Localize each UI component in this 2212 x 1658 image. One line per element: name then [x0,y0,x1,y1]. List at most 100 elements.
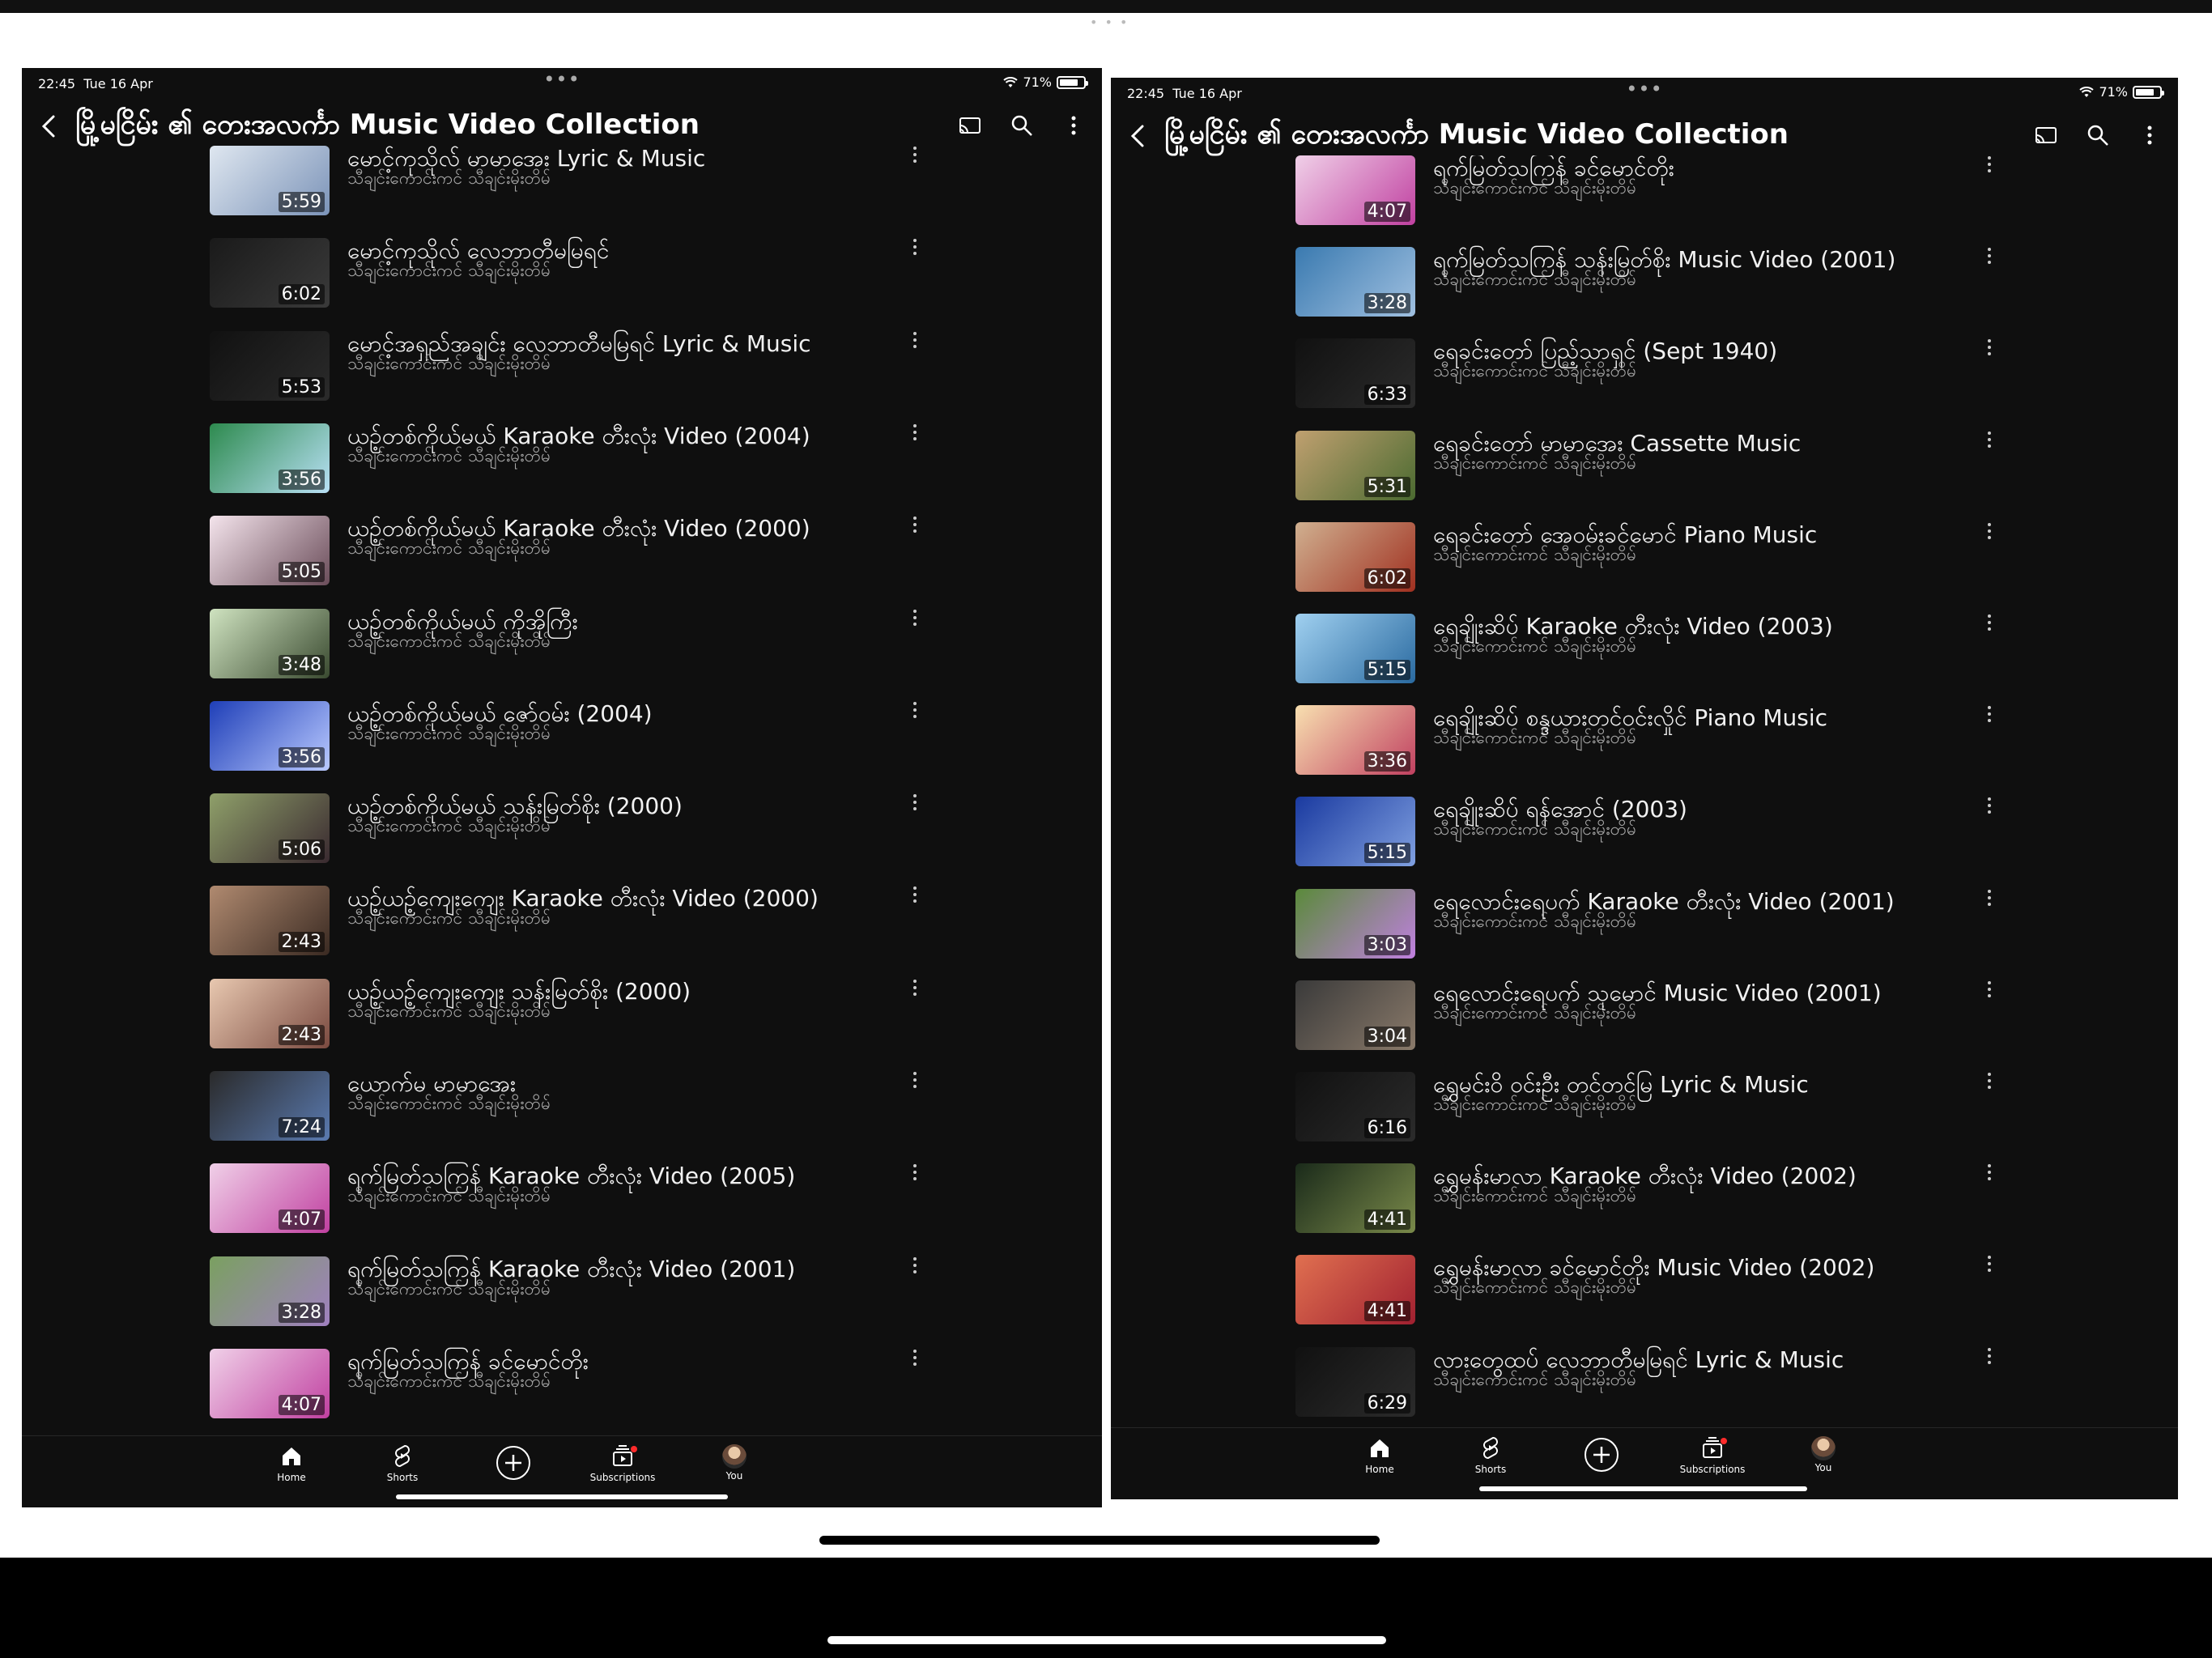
video-row[interactable]: 5:59 မောင့်ကုသိုလ် မာမာအေး Lyric & Music သ… [210,146,963,232]
video-thumbnail[interactable]: 6:02 [210,238,330,308]
video-row[interactable]: 6:02 ရေခင်းတော် အေဝမ်းခင်မောင် Piano Musi… [1295,521,2048,608]
video-more-icon[interactable] [1985,247,1993,265]
nav-shorts[interactable]: Shorts [1442,1435,1539,1475]
video-more-icon[interactable] [911,609,919,627]
video-more-icon[interactable] [1985,1072,1993,1090]
video-thumbnail[interactable]: 3:03 [1295,888,1415,959]
video-thumbnail[interactable]: 4:07 [1295,155,1415,225]
video-row[interactable]: 5:15 ရေချိုးဆိပ် Karaoke တီးလုံး Video (2… [1295,613,2048,699]
video-row[interactable]: 4:07 ရက်မြတ်သကြန် ခင်မောင်တိုး သီချင်းကောင… [1295,155,2048,241]
video-thumbnail[interactable]: 5:06 [210,793,330,864]
video-row[interactable]: 3:04 ရေလောင်းရေပက် သုမောင် Music Video (2… [1295,980,2048,1066]
video-row[interactable]: 2:43 ယဥ့်ယဥ့်ကျေးကျေး Karaoke တီးလုံး Vid… [210,885,963,971]
video-more-icon[interactable] [1985,1163,1993,1181]
video-row[interactable]: 6:02 မောင့်ကုသိုလ် လေဘာတီမမြရင် သီချင်းကော… [210,237,963,324]
home-indicator[interactable] [1479,1486,1807,1491]
video-row[interactable]: 5:31 ရေခင်းတော် မာမာအေး Cassette Music သီခ… [1295,430,2048,517]
video-row[interactable]: 4:41 ရွှေမန်းမာလာ ခင်မောင်တိုး Music Vide… [1295,1254,2048,1341]
search-icon[interactable] [2086,123,2110,147]
video-row[interactable]: 3:28 ရက်မြတ်သကြန် Karaoke တီးလုံး Video (… [210,1256,963,1342]
video-more-icon[interactable] [1985,1255,1993,1273]
video-thumbnail[interactable]: 6:02 [1295,521,1415,592]
window-menu-dots[interactable]: ••• [543,68,580,91]
video-more-icon[interactable] [911,1349,919,1367]
video-thumbnail[interactable]: 4:07 [210,1163,330,1234]
video-thumbnail[interactable]: 3:28 [210,1256,330,1326]
nav-subscriptions[interactable]: Subscriptions [1664,1435,1761,1475]
video-more-icon[interactable] [1985,155,1993,173]
back-arrow-icon[interactable] [40,114,57,138]
nav-create[interactable] [1553,1436,1650,1473]
video-more-icon[interactable] [1985,1347,1993,1365]
video-thumbnail[interactable]: 7:24 [210,1071,330,1141]
video-row[interactable]: 6:33 ရေခင်းတော် ပြည့်သာရှင် (Sept 1940) သီ… [1295,338,2048,424]
video-thumbnail[interactable]: 5:53 [210,330,330,401]
nav-subscriptions[interactable]: Subscriptions [574,1443,671,1483]
video-thumbnail[interactable]: 6:16 [1295,1072,1415,1141]
video-thumbnail[interactable]: 3:56 [210,700,330,771]
video-thumbnail[interactable]: 6:29 [1295,1346,1415,1417]
video-row[interactable]: 6:16 ရွှေမင်းဝိ ဝင်းဦး တင်တင်မြ Lyric & M… [1295,1071,2048,1158]
video-thumbnail[interactable]: 2:43 [210,978,330,1048]
nav-home[interactable]: Home [243,1443,340,1483]
more-options-icon[interactable] [2138,123,2162,147]
video-more-icon[interactable] [1985,889,1993,907]
cast-icon[interactable] [958,113,982,138]
home-indicator[interactable] [396,1494,728,1499]
video-row[interactable]: 3:36 ရေချိုးဆိပ် စန္ဒယားတင်ဝင်းလှိုင် Pia… [1295,704,2048,791]
video-row[interactable]: 5:15 ရေချိုးဆိပ် ရန်အောင် (2003) သီချင်းကေ… [1295,796,2048,882]
video-row[interactable]: 4:41 ရွှေမန်းမာလာ Karaoke တီးလုံး Video (… [1295,1163,2048,1249]
video-more-icon[interactable] [1985,614,1993,631]
video-more-icon[interactable] [1985,705,1993,723]
video-row[interactable]: 3:56 ယဥ့်တစ်ကိုယ်မယ် Karaoke တီးလုံး Vide… [210,423,963,509]
video-row[interactable]: 5:53 မောင့်အရှည်အချင်း လေဘာတီမမြရင် Lyric… [210,330,963,417]
window-menu-dots[interactable]: ••• [1626,78,1662,100]
video-more-icon[interactable] [1985,980,1993,998]
video-more-icon[interactable] [911,516,919,534]
video-more-icon[interactable] [1985,431,1993,449]
video-more-icon[interactable] [911,1071,919,1089]
nav-create[interactable] [465,1444,562,1482]
video-thumbnail[interactable]: 5:15 [1295,797,1415,867]
nav-home[interactable]: Home [1331,1435,1428,1475]
nav-shorts[interactable]: Shorts [354,1443,451,1483]
video-thumbnail[interactable]: 3:48 [210,608,330,678]
video-row[interactable]: 5:05 ယဥ့်တစ်ကိုယ်မယ် Karaoke တီးလုံး Vide… [210,515,963,602]
video-thumbnail[interactable]: 4:07 [210,1348,330,1418]
more-options-icon[interactable] [1061,113,1086,138]
nav-you[interactable]: You [686,1443,783,1482]
search-icon[interactable] [1010,113,1034,138]
video-thumbnail[interactable]: 3:04 [1295,980,1415,1050]
video-row[interactable]: 3:28 ရက်မြတ်သကြန် သန်းမြတ်စိုး Music Vide… [1295,246,2048,333]
video-thumbnail[interactable]: 5:05 [210,516,330,586]
home-indicator[interactable] [819,1536,1380,1545]
video-thumbnail[interactable]: 3:56 [210,423,330,493]
video-thumbnail[interactable]: 3:28 [1295,247,1415,317]
video-thumbnail[interactable]: 4:41 [1295,1163,1415,1234]
video-more-icon[interactable] [911,886,919,903]
video-more-icon[interactable] [911,1163,919,1181]
video-row[interactable]: 3:48 ယဥ့်တစ်ကိုယ်မယ် ကိုအိုကြီး သီချင်းကော… [210,608,963,695]
video-row[interactable]: 2:43 ယဥ့်ယဥ့်ကျေးကျေး သန်းမြတ်စိုး (2000)… [210,978,963,1065]
video-more-icon[interactable] [911,979,919,997]
video-more-icon[interactable] [911,701,919,719]
video-more-icon[interactable] [1985,797,1993,814]
video-row[interactable]: 5:06 ယဥ့်တစ်ကိုယ်မယ် သန်းမြတ်စိုး (2000) သ… [210,793,963,879]
video-thumbnail[interactable]: 4:41 [1295,1255,1415,1325]
video-thumbnail[interactable]: 5:31 [1295,430,1415,500]
video-more-icon[interactable] [911,238,919,256]
video-thumbnail[interactable]: 2:43 [210,886,330,956]
video-row[interactable]: 3:03 ရေလောင်းရေပက် Karaoke တီးလုံး Video … [1295,888,2048,975]
nav-you[interactable]: You [1775,1435,1872,1473]
cast-icon[interactable] [2034,123,2058,147]
video-row[interactable]: 4:07 ရက်မြတ်သကြန် Karaoke တီးလုံး Video (… [210,1163,963,1249]
video-more-icon[interactable] [911,146,919,164]
home-indicator[interactable] [827,1636,1386,1644]
video-thumbnail[interactable]: 5:59 [210,146,330,215]
video-more-icon[interactable] [911,1256,919,1274]
video-more-icon[interactable] [911,331,919,349]
video-thumbnail[interactable]: 6:33 [1295,338,1415,409]
video-row[interactable]: 7:24 ယောက်မ မာမာအေး သီချင်းကောင်းကင် သီချင… [210,1070,963,1157]
back-arrow-icon[interactable] [1129,124,1146,148]
video-row[interactable]: 4:07 ရက်မြတ်သကြန် ခင်မောင်တိုး သီချင်းကောင… [210,1348,963,1435]
